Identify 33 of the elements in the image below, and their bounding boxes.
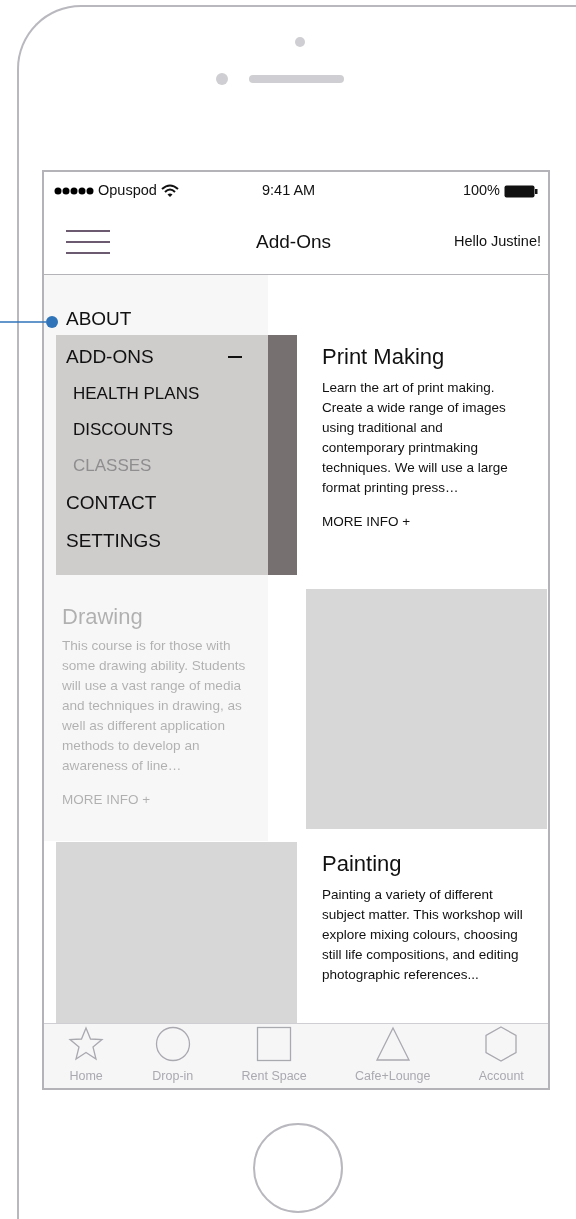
course-description: Learn the art of print making. Create a wide range of images using traditional and contemporary printmaking techniques. We will use a large format printing press… xyxy=(322,378,509,497)
menu-item[interactable]: ABOUT xyxy=(66,304,132,334)
square-icon xyxy=(256,1026,293,1063)
menu-icon xyxy=(66,229,110,255)
menu-item[interactable]: ADD-ONS xyxy=(66,342,154,372)
course-title: Print Making xyxy=(322,343,446,371)
more-info-link[interactable]: MORE INFO + xyxy=(322,511,527,532)
wifi-icon xyxy=(160,184,179,198)
page-title: Add-Ons xyxy=(256,229,331,254)
menu-item[interactable]: CONTACT xyxy=(66,488,157,518)
course-title: Drawing xyxy=(62,603,144,631)
sensor-icon xyxy=(216,73,228,85)
circle-icon xyxy=(154,1026,191,1063)
submenu-item[interactable]: DISCOUNTS xyxy=(73,417,174,443)
carrier-name: Opuspod xyxy=(98,181,157,201)
star-icon xyxy=(68,1026,105,1063)
status-time: 9:41 AM xyxy=(262,181,316,201)
course-description: Painting a variety of different subject matter. This workshop will explore mixing colours, choosing still life compositions, and editing photographic references... xyxy=(322,885,524,984)
signal-icon xyxy=(54,186,94,196)
camera-icon xyxy=(295,37,305,47)
home-button[interactable] xyxy=(253,1123,343,1213)
speaker-icon xyxy=(249,75,344,83)
triangle-icon xyxy=(374,1026,411,1063)
hexagon-icon xyxy=(483,1026,520,1063)
submenu-item[interactable]: HEALTH PLANS xyxy=(73,381,200,407)
greeting-text: Hello Justine! xyxy=(453,232,541,252)
menu-button[interactable] xyxy=(66,229,110,255)
battery-level: 100% xyxy=(462,181,500,201)
annotation-pin xyxy=(0,315,60,329)
course-description: This course is for those with some drawing ability. Students will use a vast range of media and techniques in drawing, as well as different application methods to develop an awareness of line… xyxy=(62,636,247,775)
menu-item[interactable]: SETTINGS xyxy=(66,526,161,556)
course-title: Painting xyxy=(322,850,403,878)
battery-icon xyxy=(504,184,538,198)
